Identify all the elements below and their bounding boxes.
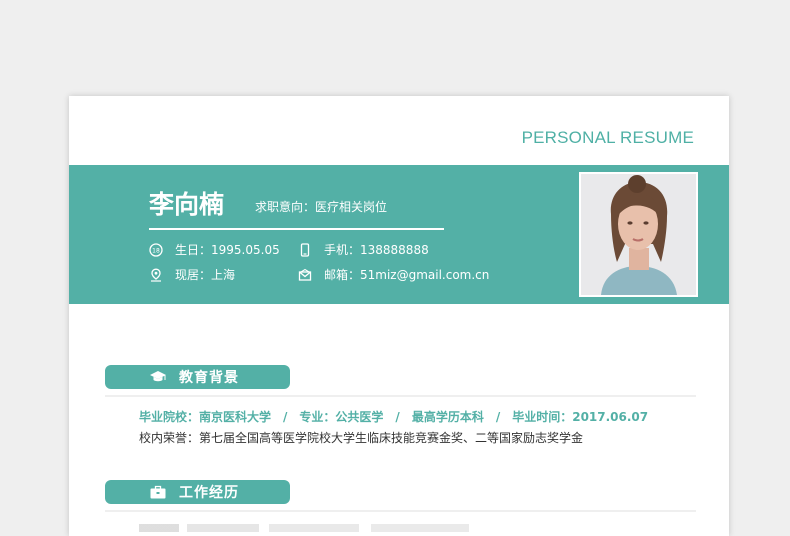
- location-pin-icon: [149, 268, 163, 282]
- education-school: 毕业院校：南京医科大学: [139, 410, 272, 424]
- residence-info: 现居：上海: [149, 266, 235, 283]
- residence-text: 现居：上海: [175, 268, 236, 282]
- separator: /: [283, 410, 288, 424]
- resume-page: PERSONAL RESUME 李向楠 求职意向：医疗相关岗位 18 生日：19…: [69, 96, 729, 536]
- name-underline: [149, 228, 444, 230]
- education-graduation: 毕业时间：2017.06.07: [512, 410, 649, 424]
- mail-icon: [298, 268, 312, 282]
- briefcase-icon: [149, 484, 167, 500]
- separator: /: [395, 410, 400, 424]
- candidate-name: 李向楠: [149, 190, 225, 219]
- work-details-cutoff: [139, 524, 469, 532]
- education-degree: 最高学历本科: [411, 410, 484, 424]
- birthday-text: 生日：1995.05.05: [175, 243, 280, 257]
- profile-banner: 李向楠 求职意向：医疗相关岗位 18 生日：1995.05.05 手机：1388…: [69, 165, 729, 304]
- phone-text: 手机：138888888: [324, 243, 429, 257]
- phone-icon: [298, 242, 312, 257]
- education-honors: 校内荣誉：第七届全国高等医学院校大学生临床技能竞赛金奖、二等国家励志奖学金: [139, 431, 584, 445]
- resume-heading: PERSONAL RESUME: [521, 128, 694, 147]
- profile-photo: [579, 172, 698, 297]
- education-details: 毕业院校：南京医科大学 / 专业：公共医学 / 最高学历本科 / 毕业时间：2017.06.…: [139, 408, 648, 425]
- graduation-cap-icon: [149, 369, 167, 385]
- birthday-icon: 18: [149, 242, 163, 257]
- phone-info: 手机：138888888: [298, 241, 429, 258]
- education-section-label: 教育背景: [179, 370, 239, 386]
- work-section-tab: 工作经历: [105, 480, 290, 504]
- education-section-divider: [105, 395, 696, 397]
- job-intent: 求职意向：医疗相关岗位: [255, 200, 388, 214]
- work-section-label: 工作经历: [179, 485, 239, 501]
- birthday-info: 18 生日：1995.05.05: [149, 241, 280, 258]
- email-info: 邮箱：51miz@gmail.com.cn: [298, 266, 489, 283]
- education-major: 专业：公共医学: [299, 410, 384, 424]
- email-text: 邮箱：51miz@gmail.com.cn: [324, 268, 490, 282]
- svg-text:18: 18: [152, 247, 160, 254]
- education-section-tab: 教育背景: [105, 365, 290, 389]
- work-section-divider: [105, 510, 696, 512]
- separator: /: [495, 410, 501, 424]
